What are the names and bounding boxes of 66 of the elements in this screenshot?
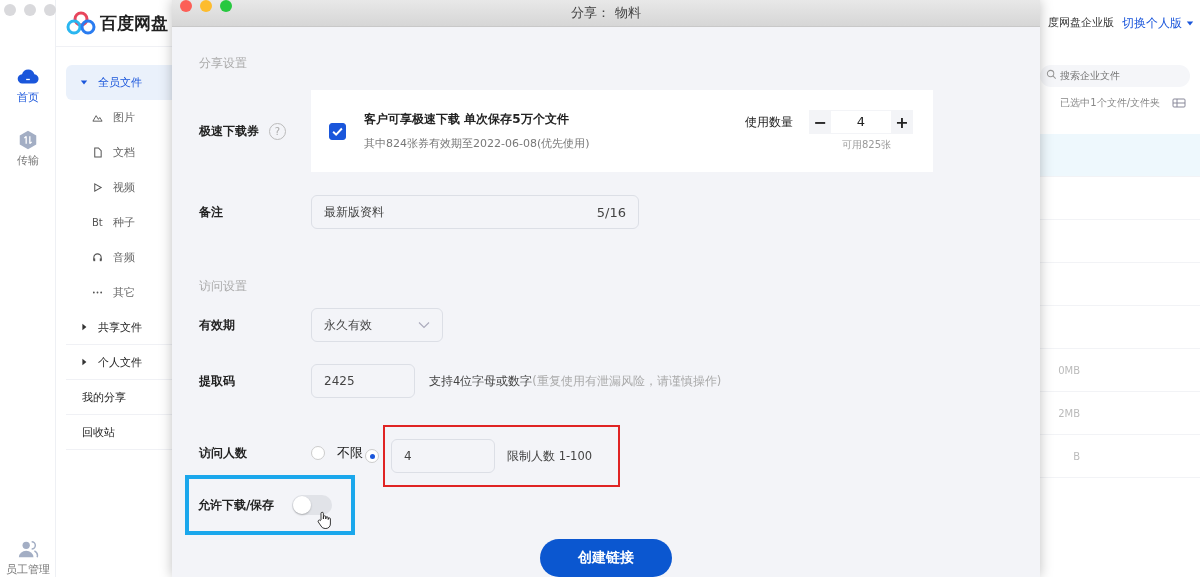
visitor-limit-field[interactable]: 4 xyxy=(391,439,495,473)
radio-button[interactable] xyxy=(311,446,325,460)
file-size: 0MB xyxy=(1058,364,1080,376)
sidebar-item[interactable]: 全员文件 xyxy=(66,65,173,100)
staff-management-tab[interactable]: 员工管理 xyxy=(5,538,50,577)
sidebar-item[interactable]: 音频 xyxy=(66,240,173,275)
field-label: 访问人数 xyxy=(199,444,247,462)
window-minimize-button[interactable] xyxy=(24,4,36,16)
create-link-button[interactable]: 创建链接 xyxy=(540,539,672,577)
selection-info: 已选中1个文件/文件夹 xyxy=(1060,96,1160,110)
limit-hint: 限制人数 1-100 xyxy=(507,448,593,464)
quantity-label: 使用数量 xyxy=(745,113,793,131)
sidebar-item[interactable]: Bt 种子 xyxy=(66,205,173,240)
toggle-switch[interactable] xyxy=(292,495,333,515)
dialog-zoom-button[interactable] xyxy=(220,0,232,12)
dialog-minimize-button[interactable] xyxy=(200,0,212,12)
sidebar-item[interactable]: 文档 xyxy=(66,135,173,170)
radio-button[interactable] xyxy=(365,449,379,463)
headphones-icon xyxy=(92,251,103,263)
quantity-value[interactable]: 4 xyxy=(831,111,891,133)
window-close-button[interactable] xyxy=(4,4,16,16)
code-hint: 支持4位字母或数字(重复使用有泄漏风险，请谨慎操作) xyxy=(429,373,722,389)
field-label: 允许下载/保存 xyxy=(198,496,275,514)
dialog-title: 分享： 物料 xyxy=(571,4,641,22)
radio-label: 不限 xyxy=(337,444,363,462)
app-logo-text: 百度网盘 xyxy=(100,11,168,35)
field-label: 提取码 xyxy=(199,372,235,390)
product-name: 度网盘企业版 xyxy=(1048,16,1114,30)
search-icon xyxy=(1046,69,1057,80)
people-icon xyxy=(16,538,39,560)
file-size: B xyxy=(1073,450,1080,462)
validity-dropdown[interactable]: 永久有效 xyxy=(311,308,443,342)
note-field[interactable]: 最新版资料 5/16 xyxy=(311,195,639,229)
coupon-subtitle: 其中824张券有效期至2022-06-08(优先使用) xyxy=(364,136,591,151)
sidebar-item[interactable]: 其它 xyxy=(66,275,173,310)
document-icon xyxy=(92,146,103,158)
logo-icon xyxy=(66,11,96,35)
coupon-title: 客户可享极速下载 单次保存5万个文件 xyxy=(364,111,570,128)
play-icon xyxy=(92,181,103,193)
caret-icon xyxy=(80,358,88,366)
rail-tab[interactable]: 首页 xyxy=(16,66,39,105)
increment-button[interactable]: + xyxy=(891,110,913,134)
window-zoom-button[interactable] xyxy=(44,4,56,16)
caret-icon xyxy=(1186,19,1194,27)
caret-icon xyxy=(80,78,88,86)
file-size: 2MB xyxy=(1058,407,1080,419)
field-label: 备注 xyxy=(199,203,223,221)
section-heading: 分享设置 xyxy=(199,55,248,72)
decrement-button[interactable]: − xyxy=(809,110,831,134)
chevron-down-icon xyxy=(418,321,430,329)
search-field[interactable]: 搜索企业文件 xyxy=(1040,64,1190,87)
dialog-close-button[interactable] xyxy=(180,0,192,12)
pointer-cursor-icon xyxy=(317,511,331,529)
list-view-icon[interactable] xyxy=(1172,97,1186,109)
field-label: 有效期 xyxy=(199,316,235,334)
caret-icon xyxy=(80,323,88,331)
bt-icon: Bt xyxy=(92,216,103,228)
sidebar-item[interactable]: 图片 xyxy=(66,100,173,135)
extraction-code-field[interactable]: 2425 xyxy=(311,364,415,398)
section-heading: 访问设置 xyxy=(199,278,248,295)
checkbox[interactable] xyxy=(329,122,346,140)
rail-tab[interactable]: 传输 xyxy=(16,129,39,168)
sidebar-item[interactable]: 视频 xyxy=(66,170,173,205)
field-label: 极速下载券 xyxy=(199,122,259,140)
available-count: 可用825张 xyxy=(841,138,892,152)
switch-version-link[interactable]: 切换个人版 xyxy=(1122,14,1194,32)
